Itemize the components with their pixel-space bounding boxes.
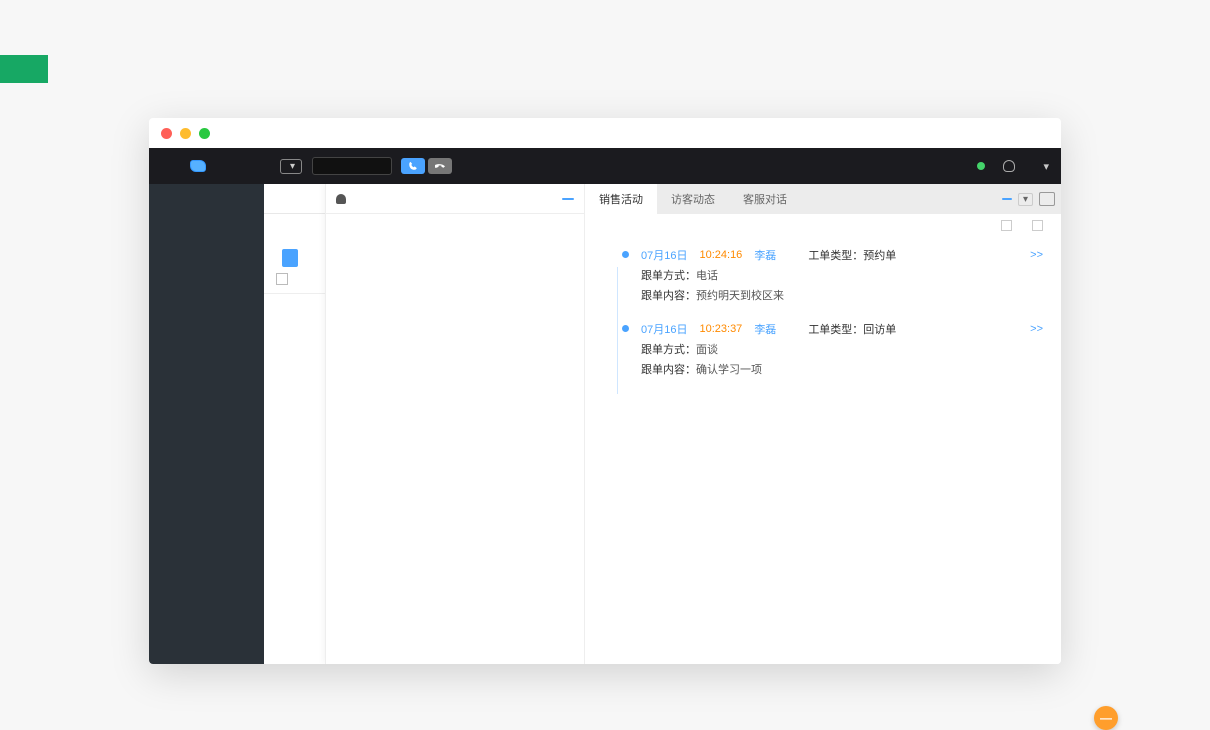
activity-panel: 销售活动访客动态客服对话 ▾ 07月16日 10:24:16 李磊 工单类型：预约单 >… <box>585 184 1061 664</box>
timeline: 07月16日 10:24:16 李磊 工单类型：预约单 >> 跟单方式：电话跟单内容：预约… <box>585 237 1061 404</box>
activity-options <box>585 214 1061 237</box>
entry-user: 李磊 <box>754 321 776 337</box>
person-icon <box>336 194 346 204</box>
status-indicator[interactable] <box>977 160 989 172</box>
bullet-icon <box>622 251 629 258</box>
main: 销售活动访客动态客服对话 ▾ 07月16日 10:24:16 李磊 工单类型：预约单 >… <box>149 184 1061 664</box>
entry-body: 跟单方式：面谈跟单内容：确认学习一项 <box>641 341 1043 381</box>
tabs-right: ▾ <box>1002 184 1055 214</box>
view-ticket-checkbox[interactable] <box>1001 220 1016 231</box>
bullet-icon <box>622 325 629 332</box>
window-titlebar <box>149 118 1061 148</box>
timeline-entry[interactable]: 07月16日 10:23:37 李磊 工单类型：回访单 >> 跟单方式：面谈跟单内容：确认… <box>631 321 1043 381</box>
maximize-icon[interactable] <box>199 128 210 139</box>
view-call-checkbox[interactable] <box>1032 220 1047 231</box>
call-buttons <box>398 158 452 174</box>
nav-right: ▾ <box>977 160 1049 173</box>
edit-button[interactable] <box>562 198 574 200</box>
expand-icon[interactable] <box>1039 192 1055 206</box>
app-window: ▾ ▾ <box>149 118 1061 664</box>
detail-header <box>326 184 584 214</box>
floating-action-button[interactable]: — <box>1094 706 1118 730</box>
activity-tab-2[interactable]: 客服对话 <box>729 184 801 214</box>
entry-date: 07月16日 <box>641 321 687 337</box>
entry-more-link[interactable]: >> <box>1030 249 1043 261</box>
detail-body <box>326 214 584 234</box>
entry-time: 10:24:16 <box>699 249 742 261</box>
checkbox-all[interactable] <box>276 273 288 285</box>
close-icon[interactable] <box>161 128 172 139</box>
status-dot-icon <box>977 162 985 170</box>
entry-type: 工单类型：回访单 <box>808 321 896 337</box>
activity-tab-0[interactable]: 销售活动 <box>585 184 657 214</box>
customer-detail-panel <box>325 184 585 664</box>
search-input[interactable] <box>312 157 392 175</box>
top-nav: ▾ ▾ <box>149 148 1061 184</box>
brand[interactable] <box>149 160 264 172</box>
batch-release-button[interactable] <box>282 249 298 267</box>
entry-body: 跟单方式：电话跟单内容：预约明天到校区来 <box>641 267 1043 307</box>
call-button[interactable] <box>401 158 425 174</box>
bell-icon[interactable] <box>1003 160 1015 172</box>
entry-more-link[interactable]: >> <box>1030 323 1043 335</box>
chevron-down-icon[interactable]: ▾ <box>1043 160 1049 173</box>
entry-user: 李磊 <box>754 247 776 263</box>
minimize-icon[interactable] <box>180 128 191 139</box>
hangup-button[interactable] <box>428 158 452 174</box>
activity-tabs: 销售活动访客动态客服对话 ▾ <box>585 184 1061 214</box>
entry-time: 10:23:37 <box>699 323 742 335</box>
timeline-line <box>617 267 618 394</box>
chevron-down-icon: ▾ <box>290 161 295 172</box>
timeline-entry[interactable]: 07月16日 10:24:16 李磊 工单类型：预约单 >> 跟单方式：电话跟单内容：预约… <box>631 247 1043 307</box>
entry-date: 07月16日 <box>641 247 687 263</box>
sidebar <box>149 184 264 664</box>
record-opportunity-button[interactable]: ▾ <box>280 159 302 174</box>
accent-block <box>0 55 48 83</box>
follow-button[interactable] <box>1002 198 1012 200</box>
slide-header <box>0 0 1210 98</box>
entry-type: 工单类型：预约单 <box>808 247 896 263</box>
activity-tab-1[interactable]: 访客动态 <box>657 184 729 214</box>
brand-logo-icon <box>190 160 206 172</box>
more-button[interactable]: ▾ <box>1018 193 1033 206</box>
